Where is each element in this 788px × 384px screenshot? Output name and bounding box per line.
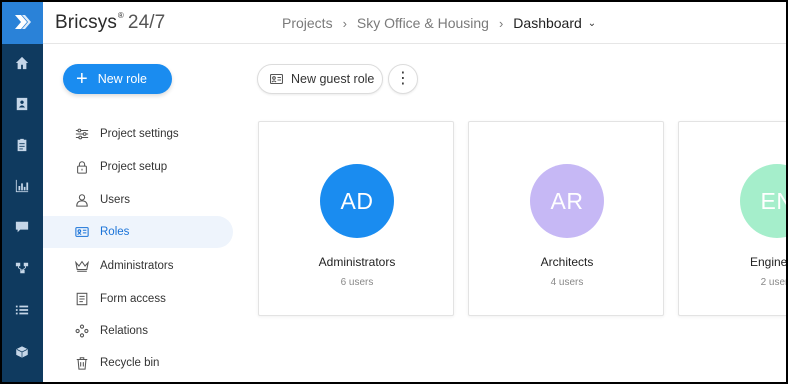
nav-item-recycle-bin[interactable]: Recycle bin	[43, 347, 233, 379]
breadcrumb-projects[interactable]: Projects	[282, 15, 333, 31]
new-role-label: New role	[97, 72, 148, 86]
plus-icon: +	[76, 68, 88, 90]
new-guest-role-button[interactable]: New guest role	[257, 64, 383, 94]
nav-item-label: Relations	[100, 325, 148, 337]
nav-item-label: Administrators	[100, 260, 174, 272]
home-icon[interactable]	[0, 53, 43, 73]
role-name: Administrators	[318, 255, 396, 269]
id-card-icon	[74, 224, 90, 240]
nav-item-users[interactable]: Users	[43, 184, 233, 216]
role-user-count: 4 users	[550, 277, 584, 288]
relations-icon	[74, 323, 90, 339]
role-name: Engineers	[749, 255, 788, 269]
sliders-icon	[74, 126, 90, 142]
chat-icon[interactable]	[0, 217, 43, 237]
role-card-engineers[interactable]: EN Engineers 2 users	[678, 121, 788, 316]
nav-item-project-settings[interactable]: Project settings	[43, 118, 233, 150]
contacts-icon[interactable]	[0, 94, 43, 114]
role-card-administrators[interactable]: AD Administrators 6 users	[258, 121, 454, 316]
breadcrumb-current-label: Dashboard	[513, 15, 582, 31]
chevron-down-icon: ⌄	[587, 17, 597, 29]
id-card-icon	[270, 74, 283, 84]
trash-icon	[74, 355, 90, 371]
nav-item-administrators[interactable]: Administrators	[43, 250, 233, 282]
nav-item-label: Recycle bin	[100, 357, 160, 369]
role-user-count: 6 users	[340, 277, 374, 288]
brand-registered-mark: ®	[117, 11, 124, 20]
workflow-icon[interactable]	[0, 258, 43, 278]
more-vertical-icon: ⋮	[395, 70, 411, 87]
nav-item-form-access[interactable]: Form access	[43, 283, 233, 315]
bricsys-logo-icon[interactable]	[0, 0, 43, 44]
nav-item-roles[interactable]: Roles	[43, 216, 233, 248]
nav-item-project-setup[interactable]: Project setup	[43, 151, 233, 183]
new-role-button[interactable]: + New role	[63, 64, 172, 94]
list-icon[interactable]	[0, 300, 43, 320]
role-avatar: AR	[530, 164, 604, 238]
clipboard-icon[interactable]	[0, 135, 43, 155]
role-user-count: 2 users	[760, 277, 788, 288]
user-icon	[74, 192, 90, 208]
role-name: Architects	[540, 255, 594, 269]
new-guest-role-label: New guest role	[291, 72, 375, 86]
nav-item-label: Form access	[100, 293, 166, 305]
role-card-architects[interactable]: AR Architects 4 users	[468, 121, 664, 316]
nav-item-label: Project settings	[100, 128, 179, 140]
chevron-right-icon: ›	[498, 15, 504, 31]
top-header: Bricsys® 24/7 Projects › Sky Office & Hou…	[43, 0, 788, 44]
box-icon[interactable]	[0, 342, 43, 362]
crown-icon	[74, 258, 90, 274]
form-icon	[74, 291, 90, 307]
breadcrumb: Projects › Sky Office & Housing › Dashbo…	[282, 15, 596, 31]
brand-name: Bricsys	[55, 12, 117, 33]
lock-icon	[74, 159, 90, 175]
nav-item-label: Project setup	[100, 161, 168, 173]
breadcrumb-project[interactable]: Sky Office & Housing	[357, 15, 489, 31]
app-rail	[0, 0, 43, 384]
nav-item-relations[interactable]: Relations	[43, 315, 233, 347]
breadcrumb-current[interactable]: Dashboard ⌄	[513, 15, 596, 31]
chart-icon[interactable]	[0, 176, 43, 196]
chevron-right-icon: ›	[342, 15, 347, 31]
nav-item-label: Users	[100, 194, 131, 206]
more-options-button[interactable]: ⋮	[388, 64, 418, 94]
nav-item-label: Roles	[100, 226, 130, 238]
role-avatar: AD	[320, 164, 394, 238]
brand-suffix: 24/7	[127, 12, 166, 33]
role-avatar: EN	[740, 164, 788, 238]
app-brand[interactable]: Bricsys® 24/7	[55, 11, 165, 34]
